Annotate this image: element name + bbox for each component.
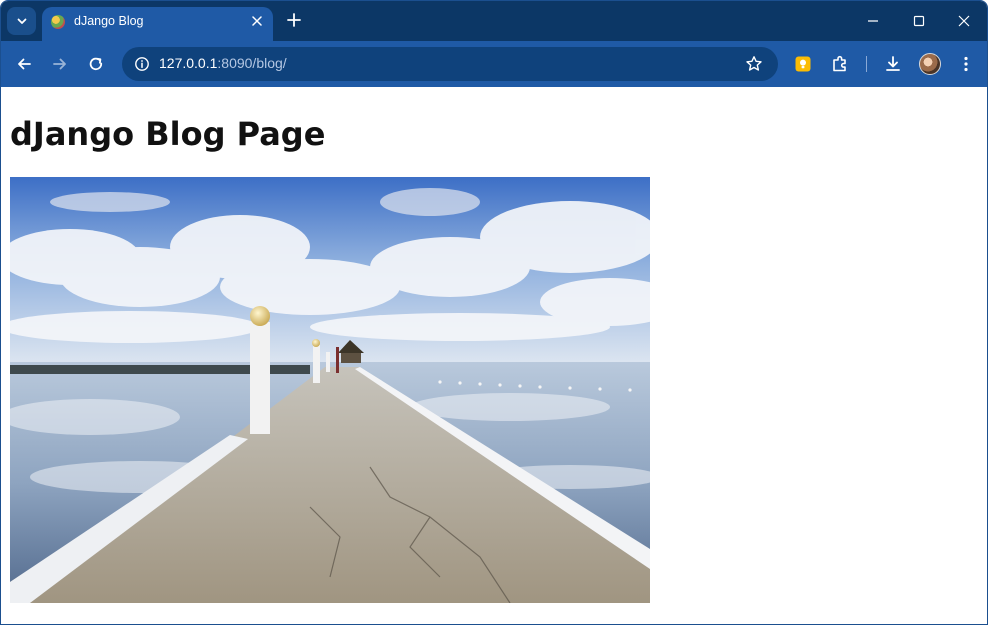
info-icon (135, 57, 149, 71)
maximize-button[interactable] (909, 11, 929, 31)
django-favicon-icon (51, 15, 65, 29)
minimize-icon (868, 20, 878, 22)
page-content: dJango Blog Page (1, 87, 987, 624)
browser-window: dJango Blog 127.0.0.1:8090/blog/ dJango … (0, 0, 988, 625)
plus-icon (287, 13, 301, 27)
kebab-menu-icon (964, 56, 968, 72)
url-host: 127.0.0.1 (159, 55, 218, 71)
arrow-left-icon (18, 58, 31, 70)
site-info-button[interactable] (130, 52, 154, 76)
keep-extension-button[interactable] (792, 53, 814, 75)
reload-button[interactable] (85, 53, 107, 75)
tab-search-button[interactable] (7, 7, 36, 35)
downloads-button[interactable] (882, 53, 904, 75)
minimize-button[interactable] (863, 11, 883, 31)
browser-toolbar: 127.0.0.1:8090/blog/ (1, 41, 987, 87)
chevron-down-icon (17, 18, 26, 24)
url-text[interactable]: 127.0.0.1:8090/blog/ (159, 55, 287, 71)
keep-extension-icon (795, 56, 811, 72)
bookmark-button[interactable] (744, 54, 764, 74)
star-icon (746, 56, 762, 71)
tab-strip: dJango Blog (1, 1, 987, 41)
puzzle-icon (833, 55, 846, 72)
close-window-button[interactable] (954, 11, 974, 31)
reload-icon (89, 57, 103, 71)
browser-menu-button[interactable] (955, 53, 977, 75)
tab-active[interactable]: dJango Blog (42, 7, 273, 41)
maximize-icon (913, 15, 925, 27)
download-icon (886, 56, 900, 71)
new-tab-button[interactable] (284, 10, 304, 32)
avatar[interactable] (919, 53, 941, 75)
tab-title: dJango Blog (74, 14, 144, 28)
blog-image (10, 177, 650, 603)
toolbar-divider (866, 56, 867, 72)
close-icon[interactable] (248, 12, 266, 30)
extensions-button[interactable] (829, 53, 851, 75)
close-icon (958, 15, 970, 27)
forward-button[interactable] (49, 53, 71, 75)
url-path: :8090/blog/ (217, 55, 287, 71)
back-button[interactable] (13, 53, 35, 75)
arrow-right-icon (53, 58, 66, 70)
page-title: dJango Blog Page (10, 115, 326, 153)
address-bar[interactable]: 127.0.0.1:8090/blog/ (122, 47, 778, 81)
